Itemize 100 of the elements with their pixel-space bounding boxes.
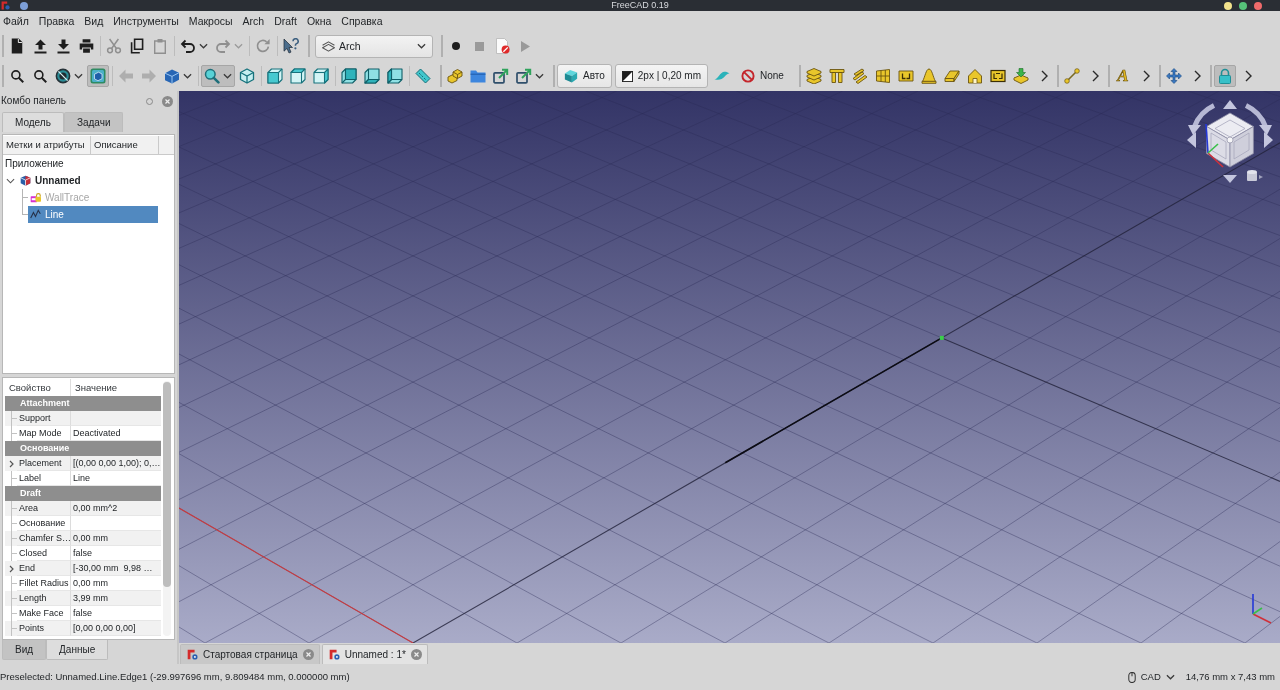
toolbar-handle[interactable] (1158, 65, 1161, 87)
chevron-right-icon (1245, 70, 1253, 82)
navigation-style-button[interactable]: CAD (1124, 668, 1178, 686)
undo-arrow-icon (180, 38, 196, 54)
menu-item[interactable]: Окна (301, 12, 337, 30)
tree-item[interactable]: Unnamed (18, 172, 158, 189)
cylinder-icon[interactable] (1247, 170, 1263, 181)
toolbar-handle[interactable] (553, 65, 555, 87)
toolbar-handle[interactable] (308, 35, 310, 57)
panel-title: Комбо панель (1, 95, 67, 107)
window-title: FreeCAD 0.19 (611, 0, 669, 11)
column-header[interactable]: Описание (91, 136, 159, 155)
property-row[interactable]: Area 0,00 mm^2 (5, 501, 161, 516)
scrollbar-track[interactable] (163, 381, 171, 636)
column-header[interactable]: Метки и атрибуты (3, 136, 91, 155)
play-triangle-icon (520, 40, 530, 52)
menu-item[interactable]: Arch (237, 12, 270, 30)
printer-icon (78, 39, 94, 53)
toolbar-button[interactable]: Авто (557, 64, 612, 88)
line-segment-icon (1063, 68, 1080, 84)
no-entry-icon (741, 69, 755, 83)
caret-icon (1165, 674, 1175, 680)
navigation-cube[interactable] (1187, 100, 1273, 183)
copy-icon (129, 38, 145, 54)
tab[interactable]: Вид (2, 640, 47, 660)
mouse-icon (1127, 671, 1136, 683)
folder-icon (470, 69, 486, 83)
dimension-label: 14,76 mm x 7,43 mm (1185, 671, 1275, 683)
polyline-icon (30, 209, 41, 220)
menu-item[interactable]: Файл (0, 12, 34, 30)
scissors-icon (106, 38, 122, 54)
toolbar-handle[interactable] (1107, 65, 1110, 87)
toolbar-handle[interactable] (798, 65, 801, 87)
document-tab[interactable]: Unnamed : 1* (321, 644, 428, 664)
tray-arrow-icon (1012, 68, 1029, 84)
box-icon (164, 68, 180, 84)
toolbar-button[interactable] (384, 65, 406, 87)
chevron-right-icon[interactable] (8, 564, 14, 573)
caret-icon (223, 73, 232, 79)
property-row[interactable]: Length 3,99 mm (5, 591, 161, 606)
toolbar-handle[interactable] (1056, 65, 1059, 87)
caret-icon (417, 43, 426, 49)
toolbar-handle[interactable] (2, 35, 4, 57)
close-icon[interactable] (410, 649, 422, 660)
column-header[interactable]: Значение (71, 379, 118, 396)
property-name: Points (17, 621, 71, 636)
app-logo-icon[interactable] (1, 1, 10, 10)
menu-item[interactable]: Справка (336, 12, 388, 30)
menu-item[interactable]: Инструменты (108, 12, 184, 30)
tab[interactable]: Данные (46, 640, 109, 660)
tree-item[interactable]: Line (28, 206, 158, 223)
record-dot-icon (452, 42, 460, 50)
menu-item[interactable]: Макросы (183, 12, 238, 30)
cube-icon (239, 68, 255, 84)
property-row[interactable]: End [-30,00 mm 9,98 … (5, 561, 161, 576)
refresh-icon (255, 38, 271, 54)
scrollbar-thumb[interactable] (163, 382, 171, 587)
minimize-icon[interactable] (1224, 1, 1232, 10)
ruler-icon (415, 68, 431, 84)
toolbar-button[interactable] (361, 65, 383, 87)
tab[interactable]: Модель (2, 112, 64, 132)
menu-item[interactable]: Draft (269, 12, 302, 30)
property-row[interactable]: Points [0,00 0,00 0,00] (5, 621, 161, 636)
toolbar-button[interactable]: None (734, 64, 791, 88)
property-row[interactable]: Chamfer S… 0,00 mm (5, 531, 161, 546)
toolbar-handle[interactable] (441, 35, 443, 57)
property-row[interactable]: Placement [(0,00 0,00 1,00); 0,… (5, 456, 161, 471)
close-icon[interactable] (162, 95, 173, 107)
vertex-marker-icon[interactable] (939, 335, 944, 340)
viewport-background[interactable] (179, 91, 1280, 643)
chevron-down-icon[interactable] (6, 177, 15, 184)
chevron-right-icon[interactable] (8, 459, 14, 468)
workbench-dropdown[interactable]: Arch (315, 34, 433, 58)
axis-triad-icon (1252, 593, 1272, 624)
property-value[interactable]: [0,00 0,00 0,00] (71, 621, 161, 636)
toolbar-button[interactable]: 2px | 0,20 mm (614, 64, 708, 88)
toolbar-handle[interactable] (440, 65, 442, 87)
toolbar-button[interactable] (280, 35, 302, 57)
magnifier-icon (204, 68, 220, 84)
property-row[interactable]: Support (5, 411, 161, 426)
chevron-right-icon (1194, 70, 1202, 82)
app-logo-icon (328, 649, 340, 660)
toolbar-handle[interactable] (1209, 65, 1212, 87)
cube-icon (290, 68, 306, 84)
close-icon[interactable] (302, 649, 314, 660)
menu-item[interactable]: Правка (33, 12, 80, 30)
menu-item[interactable]: Вид (79, 12, 109, 30)
tab[interactable]: Задачи (63, 112, 124, 132)
cube-icon (364, 68, 380, 84)
cube-icon (387, 68, 403, 84)
dot-icon[interactable] (20, 1, 28, 10)
cone-icon (920, 68, 937, 84)
swoosh-icon (714, 71, 730, 81)
frame-icon (897, 68, 914, 84)
toolbar-handle[interactable] (2, 65, 4, 87)
close-icon[interactable] (1254, 1, 1262, 10)
slashed-circle-icon (55, 68, 71, 84)
toolbar-button[interactable] (338, 65, 360, 87)
document-tab[interactable]: Стартовая страница (180, 644, 320, 664)
maximize-icon[interactable] (1239, 1, 1247, 10)
